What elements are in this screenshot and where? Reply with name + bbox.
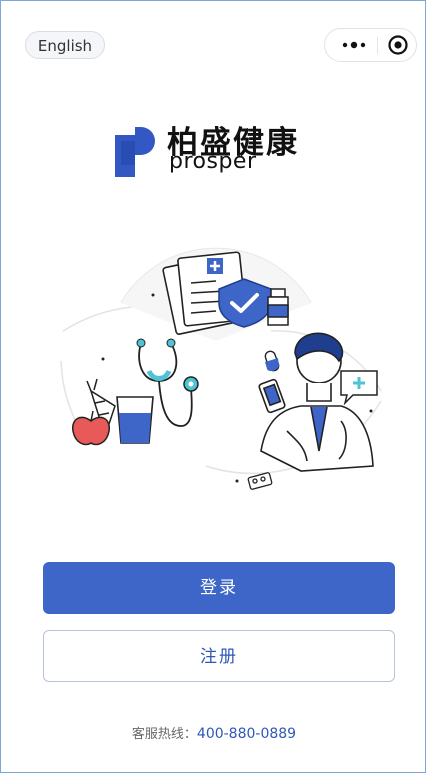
app-window: English 柏盛健康 prosper 登录 注册 客服热线：400-880-…	[0, 0, 426, 773]
chat-bubble-icon	[340, 370, 378, 406]
login-button[interactable]: 登录	[43, 562, 395, 614]
brand-name-en: prosper	[169, 149, 257, 174]
target-close-icon[interactable]	[387, 34, 409, 56]
mini-program-capsule	[324, 28, 417, 62]
register-button[interactable]: 注册	[43, 630, 395, 682]
capsule-pill	[264, 350, 280, 372]
pill-pack	[247, 472, 273, 490]
doctor-figure	[258, 332, 374, 472]
pill-bottle	[267, 288, 289, 326]
hotline-number[interactable]: 400-880-0889	[197, 726, 296, 742]
customer-service-hotline: 客服热线：400-880-0889	[1, 723, 425, 742]
hotline-label: 客服热线：	[131, 727, 197, 742]
healthcare-illustration	[60, 247, 382, 490]
brand-logo: 柏盛健康 prosper	[115, 119, 325, 181]
language-switch-button[interactable]: English	[25, 31, 105, 59]
prosper-logo-mark-icon	[115, 127, 155, 177]
more-dots-icon[interactable]	[339, 29, 369, 61]
capsule-divider	[377, 37, 378, 54]
water-glass	[116, 396, 154, 444]
